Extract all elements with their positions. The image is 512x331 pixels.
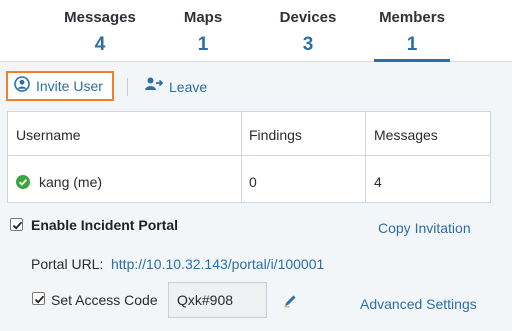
tab-messages[interactable]: Messages 4 bbox=[50, 0, 150, 62]
tab-maps[interactable]: Maps 1 bbox=[163, 0, 243, 62]
member-messages: 4 bbox=[374, 174, 382, 190]
toolbar-divider bbox=[127, 78, 128, 96]
checkmark-icon bbox=[12, 221, 23, 230]
member-findings: 0 bbox=[249, 174, 257, 190]
access-code-input[interactable] bbox=[168, 282, 267, 318]
copy-invitation-link[interactable]: Copy Invitation bbox=[378, 220, 471, 236]
checkmark-icon bbox=[34, 295, 45, 304]
tab-members[interactable]: Members 1 bbox=[374, 0, 450, 62]
leave-label: Leave bbox=[169, 78, 208, 95]
portal-url-link[interactable]: http://10.10.32.143/portal/i/100001 bbox=[111, 256, 324, 272]
column-header-findings[interactable]: Findings bbox=[249, 127, 302, 143]
column-divider bbox=[241, 112, 242, 202]
tab-label: Members bbox=[379, 9, 445, 26]
user-leave-icon bbox=[144, 76, 164, 97]
enable-incident-portal-label: Enable Incident Portal bbox=[31, 217, 179, 233]
tab-count: 1 bbox=[406, 34, 418, 55]
check-circle-icon bbox=[16, 175, 30, 189]
column-divider bbox=[365, 112, 366, 202]
user-add-icon bbox=[14, 75, 30, 97]
tab-label: Maps bbox=[183, 9, 223, 26]
column-header-messages[interactable]: Messages bbox=[374, 127, 438, 143]
tab-count: 1 bbox=[197, 34, 209, 55]
column-header-username[interactable]: Username bbox=[16, 127, 81, 143]
set-access-code-checkbox[interactable] bbox=[32, 292, 45, 305]
tab-count: 3 bbox=[302, 34, 314, 55]
invite-user-label: Invite User bbox=[36, 78, 103, 94]
member-username: kang (me) bbox=[39, 174, 103, 190]
portal-url-label: Portal URL: bbox=[31, 256, 104, 272]
leave-button[interactable]: Leave bbox=[144, 76, 207, 97]
advanced-settings-link[interactable]: Advanced Settings bbox=[360, 296, 477, 312]
tab-count: 4 bbox=[94, 34, 106, 55]
tab-label: Devices bbox=[279, 9, 337, 26]
tab-devices[interactable]: Devices 3 bbox=[266, 0, 350, 62]
tab-label: Messages bbox=[64, 9, 136, 26]
invite-user-button[interactable]: Invite User bbox=[6, 71, 114, 101]
members-table: Username Findings Messages kang (me) 0 4 bbox=[7, 111, 491, 203]
set-access-code-label: Set Access Code bbox=[51, 292, 158, 308]
pencil-edit-icon[interactable] bbox=[283, 292, 299, 313]
members-toolbar: Invite User Leave bbox=[0, 62, 512, 110]
enable-incident-portal-checkbox[interactable] bbox=[10, 218, 23, 231]
tab-bar: Messages 4 Maps 1 Devices 3 Members 1 bbox=[0, 0, 512, 62]
